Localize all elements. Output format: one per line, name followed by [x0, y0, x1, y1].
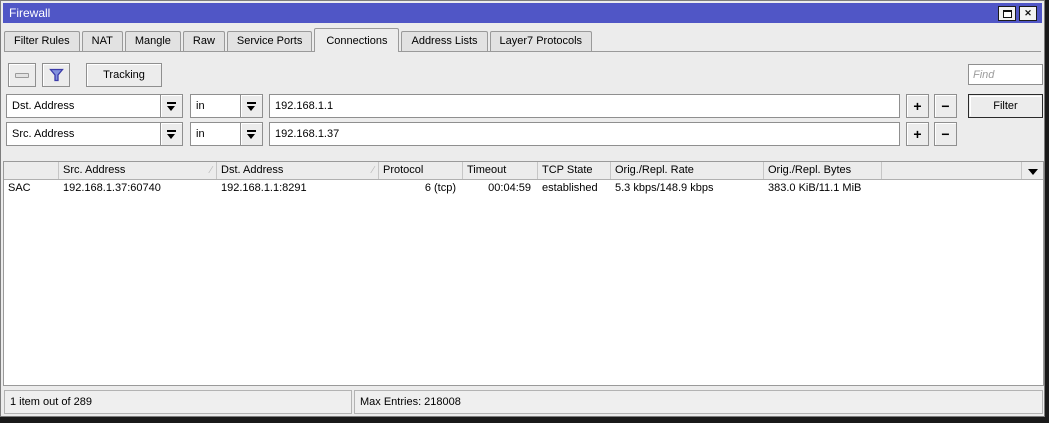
window-title: Firewall	[9, 6, 51, 20]
filter2-field-combo[interactable]: Src. Address	[6, 122, 161, 146]
column-header-tcp-state[interactable]: TCP State	[538, 162, 611, 179]
filter2-op-value: in	[196, 128, 205, 140]
status-item-count: 1 item out of 289	[4, 390, 352, 414]
tab-layer7-protocols[interactable]: Layer7 Protocols	[489, 31, 593, 51]
cell-dst-address: 192.168.1.1:8291	[221, 182, 307, 194]
find-input[interactable]	[968, 64, 1043, 85]
filter2-op-combo[interactable]: in	[190, 122, 241, 146]
table-header-row: Src. Address ∕ Dst. Address ∕ Protocol T…	[4, 162, 1043, 180]
filter1-op-combo[interactable]: in	[190, 94, 241, 118]
apply-filter-label: Filter	[993, 100, 1018, 112]
cell-src-address: 192.168.1.37:60740	[63, 182, 161, 194]
filter2-field-dropdown-button[interactable]	[160, 122, 183, 146]
filter-toggle-button[interactable]	[42, 63, 70, 87]
filter2-op-dropdown-button[interactable]	[240, 122, 263, 146]
chevron-down-icon	[1028, 168, 1038, 175]
filter1-field-combo[interactable]: Dst. Address	[6, 94, 161, 118]
column-header-flags[interactable]	[4, 162, 59, 179]
column-header-src-address[interactable]: Src. Address ∕	[59, 162, 217, 179]
restore-icon	[1002, 9, 1012, 18]
filter2-remove-button[interactable]: −	[934, 122, 957, 146]
minus-icon: −	[941, 126, 950, 142]
titlebar[interactable]: Firewall ✕	[3, 3, 1042, 23]
cell-tcp-state: established	[542, 182, 598, 194]
sort-icon: ∕	[372, 165, 374, 176]
combo-dropdown-icon	[167, 101, 176, 111]
filter1-value-input[interactable]	[269, 94, 900, 118]
combo-dropdown-icon	[247, 129, 256, 139]
restore-button[interactable]	[998, 6, 1016, 21]
tab-filter-rules[interactable]: Filter Rules	[4, 31, 80, 51]
tab-strip: Filter Rules NAT Mangle Raw Service Port…	[4, 28, 1041, 52]
column-header-orig-repl-bytes[interactable]: Orig./Repl. Bytes	[764, 162, 882, 179]
funnel-icon	[48, 68, 64, 82]
filter1-remove-button[interactable]: −	[934, 94, 957, 118]
cell-flags: SAC	[8, 182, 31, 194]
tab-nat[interactable]: NAT	[81, 31, 123, 51]
tab-address-lists[interactable]: Address Lists	[401, 31, 488, 51]
combo-dropdown-icon	[247, 101, 256, 111]
filter1-field-dropdown-button[interactable]	[160, 94, 183, 118]
filter1-op-dropdown-button[interactable]	[240, 94, 263, 118]
combo-dropdown-icon	[167, 129, 176, 139]
remove-connection-button[interactable]	[8, 63, 36, 87]
sort-icon: ∕	[210, 165, 212, 176]
firewall-window: Firewall ✕ Filter Rules NAT Mangle Raw S…	[0, 0, 1045, 417]
filter2-add-button[interactable]: +	[906, 122, 929, 146]
column-header-dst-address[interactable]: Dst. Address ∕	[217, 162, 379, 179]
cell-timeout: 00:04:59	[488, 182, 531, 194]
cell-orig-repl-rate: 5.3 kbps/148.9 kbps	[615, 182, 714, 194]
remove-icon	[15, 72, 29, 78]
tab-connections[interactable]: Connections	[314, 28, 400, 52]
tab-service-ports[interactable]: Service Ports	[226, 31, 313, 51]
close-icon: ✕	[1024, 8, 1032, 18]
column-header-timeout[interactable]: Timeout	[463, 162, 538, 179]
filter1-field-value: Dst. Address	[12, 100, 75, 112]
plus-icon: +	[913, 98, 922, 114]
close-button[interactable]: ✕	[1019, 6, 1037, 21]
tracking-button-label: Tracking	[103, 69, 145, 81]
column-header-orig-repl-rate[interactable]: Orig./Repl. Rate	[611, 162, 764, 179]
connections-table: Src. Address ∕ Dst. Address ∕ Protocol T…	[3, 161, 1044, 386]
tracking-button[interactable]: Tracking	[86, 63, 162, 87]
cell-orig-repl-bytes: 383.0 KiB/11.1 MiB	[768, 182, 862, 194]
status-max-entries: Max Entries: 218008	[354, 390, 1043, 414]
filter2-field-value: Src. Address	[12, 128, 75, 140]
table-row[interactable]: SAC 192.168.1.37:60740 192.168.1.1:8291 …	[4, 180, 1043, 198]
tab-mangle[interactable]: Mangle	[124, 31, 181, 51]
apply-filter-button[interactable]: Filter	[968, 94, 1043, 118]
plus-icon: +	[913, 126, 922, 142]
tab-raw[interactable]: Raw	[182, 31, 225, 51]
column-header-protocol[interactable]: Protocol	[379, 162, 463, 179]
cell-protocol: 6 (tcp)	[424, 182, 456, 194]
filter2-value-input[interactable]	[269, 122, 900, 146]
filter1-op-value: in	[196, 100, 205, 112]
filter1-add-button[interactable]: +	[906, 94, 929, 118]
minus-icon: −	[941, 98, 950, 114]
column-selector-button[interactable]	[1021, 162, 1043, 179]
